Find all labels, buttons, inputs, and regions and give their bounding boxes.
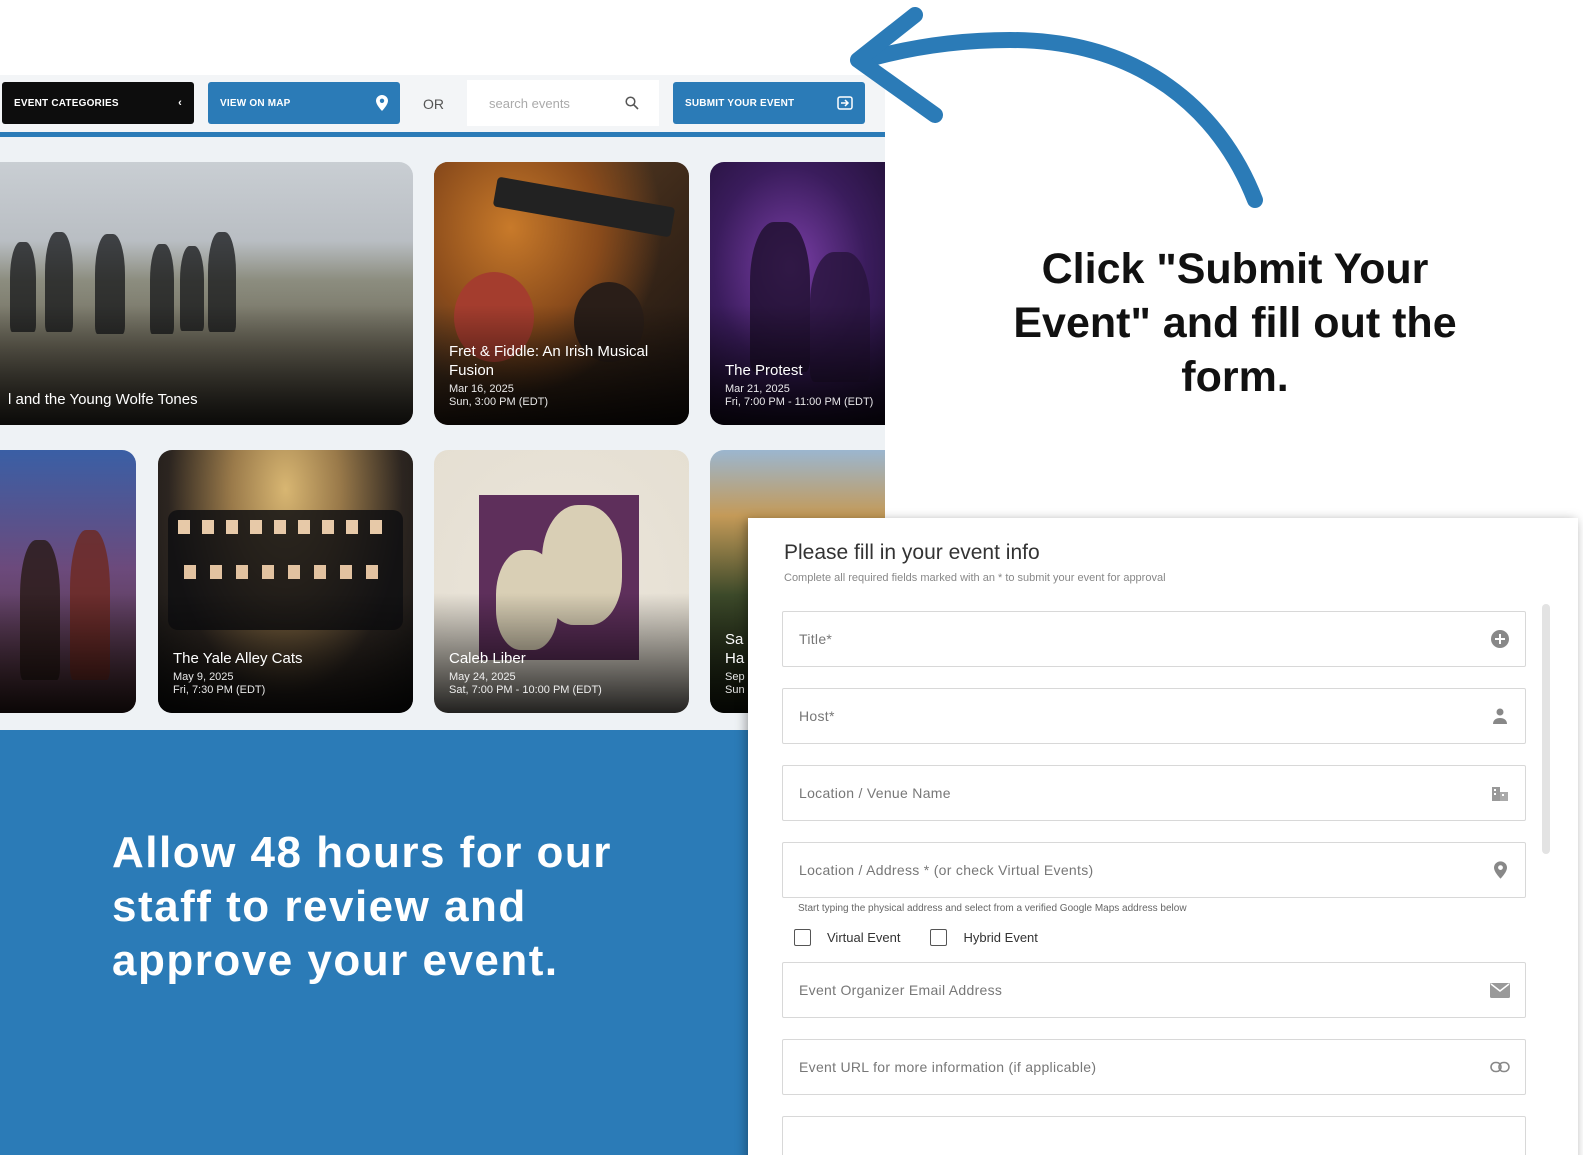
- form-heading: Please fill in your event info: [784, 541, 1040, 564]
- event-url-field[interactable]: [782, 1039, 1526, 1095]
- event-date: May 24, 2025: [449, 671, 516, 683]
- event-url-input[interactable]: [799, 1059, 1439, 1075]
- event-time: Fri, 7:30 PM (EDT): [173, 684, 266, 696]
- submit-your-event-button[interactable]: SUBMIT YOUR EVENT: [673, 82, 865, 124]
- view-on-map-button[interactable]: VIEW ON MAP: [208, 82, 400, 124]
- event-categories-label: EVENT CATEGORIES: [14, 97, 119, 109]
- click-instruction-text: Click "Submit Your Event" and fill out t…: [1013, 245, 1457, 401]
- event-categories-button[interactable]: EVENT CATEGORIES ‹: [2, 82, 194, 124]
- address-hint: Start typing the physical address and se…: [798, 903, 1187, 914]
- form-subheading: Complete all required fields marked with…: [784, 572, 1166, 584]
- event-card[interactable]: [0, 450, 136, 713]
- view-on-map-label: VIEW ON MAP: [220, 97, 291, 109]
- event-card[interactable]: l and the Young Wolfe Tones: [0, 162, 413, 425]
- hybrid-event-checkbox[interactable]: [930, 929, 948, 946]
- event-title: Caleb Liber: [449, 650, 526, 667]
- search-icon[interactable]: [625, 96, 639, 110]
- event-date: Mar 16, 2025: [449, 383, 514, 395]
- event-title: l and the Young Wolfe Tones: [8, 391, 198, 408]
- plus-circle-icon: [1489, 628, 1511, 650]
- event-card[interactable]: Caleb Liber May 24, 2025 Sat, 7:00 PM - …: [434, 450, 689, 713]
- address-field[interactable]: [782, 842, 1526, 898]
- organizer-email-field[interactable]: [782, 962, 1526, 1018]
- event-form-panel: Please fill in your event info Complete …: [748, 518, 1578, 1155]
- search-input[interactable]: [489, 95, 609, 111]
- host-field[interactable]: [782, 688, 1526, 744]
- venue-name-field[interactable]: [782, 765, 1526, 821]
- search-box[interactable]: [467, 80, 659, 126]
- address-input[interactable]: [799, 862, 1439, 878]
- curved-arrow-icon: [850, 7, 1263, 208]
- title-input[interactable]: [799, 631, 1439, 647]
- event-time: Sun, 3:00 PM (EDT): [449, 396, 549, 408]
- title-field[interactable]: [782, 611, 1526, 667]
- person-icon: [1489, 705, 1511, 727]
- virtual-event-label: Virtual Event: [827, 930, 901, 945]
- map-pin-icon: [376, 95, 388, 111]
- review-note-text: Allow 48 hours for our staff to review a…: [112, 828, 612, 985]
- event-title: The Yale Alley Cats: [173, 650, 303, 667]
- event-date: May 9, 2025: [173, 671, 234, 683]
- event-time: Fri, 7:00 PM - 11:00 PM (EDT): [725, 396, 874, 408]
- building-icon: [1489, 782, 1511, 804]
- event-title: Sa Ha: [725, 631, 745, 667]
- hybrid-event-label: Hybrid Event: [963, 930, 1038, 945]
- envelope-icon: [1489, 979, 1511, 1001]
- card-overlay: [0, 593, 136, 713]
- or-separator: OR: [423, 96, 444, 112]
- organizer-email-input[interactable]: [799, 982, 1439, 998]
- map-pin-icon: [1489, 859, 1511, 881]
- event-title: Fret & Fiddle: An Irish Musical Fusion: [449, 343, 649, 379]
- event-card[interactable]: Fret & Fiddle: An Irish Musical Fusion M…: [434, 162, 689, 425]
- submit-your-event-label: SUBMIT YOUR EVENT: [685, 97, 795, 109]
- next-field[interactable]: [782, 1116, 1526, 1155]
- event-title: The Protest: [725, 362, 803, 379]
- event-card[interactable]: The Yale Alley Cats May 9, 2025 Fri, 7:3…: [158, 450, 413, 713]
- chevron-left-icon: ‹: [178, 97, 182, 109]
- event-date: Mar 21, 2025: [725, 383, 790, 395]
- event-type-checkboxes: Virtual Event Hybrid Event: [794, 929, 1068, 946]
- events-toolbar: EVENT CATEGORIES ‹ VIEW ON MAP OR SUBMIT…: [0, 75, 885, 135]
- toolbar-underline: [0, 132, 885, 137]
- host-input[interactable]: [799, 708, 1439, 724]
- venue-name-input[interactable]: [799, 785, 1439, 801]
- link-icon: [1489, 1056, 1511, 1078]
- event-time: Sat, 7:00 PM - 10:00 PM (EDT): [449, 684, 602, 696]
- virtual-event-checkbox[interactable]: [794, 929, 811, 946]
- form-scrollbar[interactable]: [1542, 604, 1550, 854]
